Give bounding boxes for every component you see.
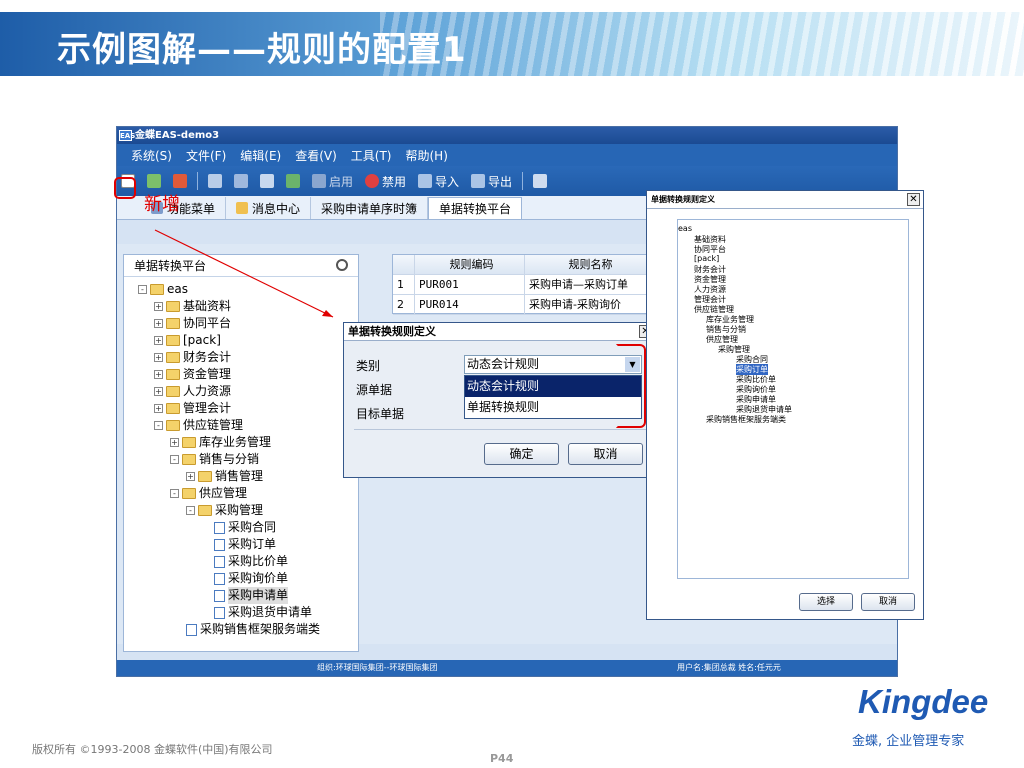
annotation-arrowhead: [322, 310, 333, 317]
copyright-text: 版权所有 ©1993-2008 金蝶软件(中国)有限公司: [32, 743, 273, 756]
annotation-arrow-layer: [154, 229, 334, 318]
page-number: P44: [490, 752, 514, 765]
brand-slogan: 金蝶, 企业管理专家: [852, 734, 965, 749]
annotation-arrow-line: [154, 229, 334, 318]
callout-dropdown-highlight: [616, 344, 646, 428]
kingdee-logo: Kingdee: [858, 683, 989, 720]
